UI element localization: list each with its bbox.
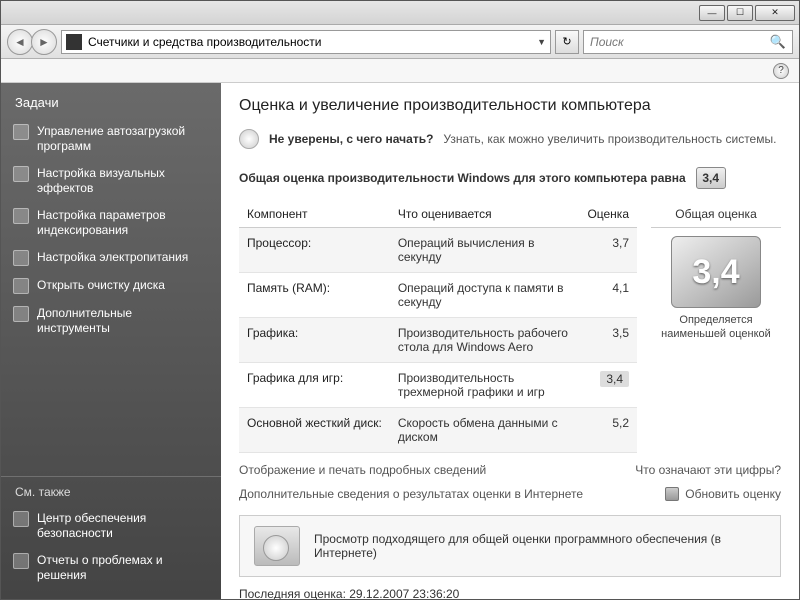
minimize-button[interactable]: —	[699, 5, 725, 21]
sidebar-item-startup[interactable]: Управление автозагрузкой программ	[1, 118, 221, 160]
body: Задачи Управление автозагрузкой программ…	[1, 83, 799, 599]
cell-score: 3,7	[579, 228, 637, 273]
refresh-label: Обновить оценку	[685, 487, 781, 501]
table-row: Память (RAM):Операций доступа к памяти в…	[239, 273, 637, 318]
address-text: Счетчики и средства производительности	[88, 35, 321, 49]
table-row: Графика:Производительность рабочего стол…	[239, 318, 637, 363]
software-text: Просмотр подходящего для общей оценки пр…	[314, 532, 766, 560]
report-icon	[13, 553, 29, 569]
score-table: Компонент Что оценивается Оценка Процесс…	[239, 201, 637, 453]
titlebar: — ☐ ✕	[1, 1, 799, 25]
hint-row: Не уверены, с чего начать? Узнать, как м…	[239, 129, 781, 149]
cell-desc: Операций вычисления в секунду	[390, 228, 580, 273]
power-icon	[13, 250, 29, 266]
address-dropdown-icon[interactable]: ▼	[537, 37, 546, 47]
cell-score: 5,2	[579, 408, 637, 453]
overall-score-chip: 3,4	[696, 167, 726, 189]
links-row-1: Отображение и печать подробных сведений …	[239, 463, 781, 477]
sidebar-item-label: Управление автозагрузкой программ	[37, 124, 207, 154]
cell-score: 3,4	[579, 363, 637, 408]
cell-desc: Производительность трехмерной графики и …	[390, 363, 580, 408]
forward-button[interactable]: ►	[31, 29, 57, 55]
sidebar-item-label: Настройка электропитания	[37, 250, 188, 265]
sidebar-item-label: Центр обеспечения безопасности	[37, 511, 207, 541]
base-score-badge: 3,4	[671, 236, 761, 308]
col-rated: Что оценивается	[390, 201, 580, 228]
base-score-column: Общая оценка 3,4 Определяется наименьшей…	[651, 201, 781, 453]
overall-line: Общая оценка производительности Windows …	[239, 167, 781, 189]
shield-icon	[13, 511, 29, 527]
sidebar-item-security[interactable]: Центр обеспечения безопасности	[1, 505, 221, 547]
disk-icon	[13, 278, 29, 294]
tools-icon	[13, 306, 29, 322]
cell-component: Процессор:	[239, 228, 390, 273]
sidebar-item-power[interactable]: Настройка электропитания	[1, 244, 221, 272]
sidebar-item-label: Открыть очистку диска	[37, 278, 165, 293]
col-base: Общая оценка	[651, 201, 781, 228]
bulb-icon	[239, 129, 259, 149]
cell-score: 3,5	[579, 318, 637, 363]
hint-question: Не уверены, с чего начать?	[269, 132, 433, 146]
sidebar-item-label: Дополнительные инструменты	[37, 306, 207, 336]
col-component: Компонент	[239, 201, 390, 228]
sidebar-item-indexing[interactable]: Настройка параметров индексирования	[1, 202, 221, 244]
learn-more-link[interactable]: Дополнительные сведения о результатах оц…	[239, 487, 583, 501]
navbar: ◄ ► Счетчики и средства производительнос…	[1, 25, 799, 59]
display-icon	[13, 166, 29, 182]
gear-icon	[13, 124, 29, 140]
nav-arrows: ◄ ►	[7, 29, 57, 55]
table-row: Процессор:Операций вычисления в секунду3…	[239, 228, 637, 273]
links-row-2: Дополнительные сведения о результатах оц…	[239, 487, 781, 501]
help-row: ?	[1, 59, 799, 83]
sidebar-item-label: Отчеты о проблемах и решения	[37, 553, 207, 583]
main-panel: Оценка и увеличение производительности к…	[221, 83, 799, 599]
table-row: Графика для игр:Производительность трехм…	[239, 363, 637, 408]
software-box[interactable]: Просмотр подходящего для общей оценки пр…	[239, 515, 781, 577]
cell-desc: Скорость обмена данными с диском	[390, 408, 580, 453]
search-box[interactable]: Поиск 🔍	[583, 30, 793, 54]
help-icon[interactable]: ?	[773, 63, 789, 79]
cell-component: Основной жесткий диск:	[239, 408, 390, 453]
hint-link[interactable]: Узнать, как можно увеличить производител…	[443, 132, 776, 146]
index-icon	[13, 208, 29, 224]
what-link[interactable]: Что означают эти цифры?	[635, 463, 781, 477]
cell-score: 4,1	[579, 273, 637, 318]
window: — ☐ ✕ ◄ ► Счетчики и средства производит…	[0, 0, 800, 600]
base-score-caption: Определяется наименьшей оценкой	[651, 314, 781, 342]
detail-link[interactable]: Отображение и печать подробных сведений	[239, 463, 486, 477]
maximize-button[interactable]: ☐	[727, 5, 753, 21]
col-score: Оценка	[579, 201, 637, 228]
back-button[interactable]: ◄	[7, 29, 33, 55]
sidebar-item-visual[interactable]: Настройка визуальных эффектов	[1, 160, 221, 202]
sidebar-seealso: См. также Центр обеспечения безопасности…	[1, 476, 221, 589]
last-assessment: Последняя оценка: 29.12.2007 23:36:20	[239, 587, 781, 599]
cell-desc: Производительность рабочего стола для Wi…	[390, 318, 580, 363]
cell-desc: Операций доступа к памяти в секунду	[390, 273, 580, 318]
sidebar-item-label: Настройка визуальных эффектов	[37, 166, 207, 196]
search-placeholder: Поиск	[590, 35, 624, 49]
refresh-score-link[interactable]: Обновить оценку	[665, 487, 781, 501]
page-title: Оценка и увеличение производительности к…	[239, 97, 781, 115]
sidebar-item-tools[interactable]: Дополнительные инструменты	[1, 300, 221, 342]
overall-label: Общая оценка производительности Windows …	[239, 171, 686, 185]
score-table-wrap: Компонент Что оценивается Оценка Процесс…	[239, 201, 781, 453]
cell-component: Графика для игр:	[239, 363, 390, 408]
search-icon: 🔍	[770, 34, 786, 50]
sidebar-item-reports[interactable]: Отчеты о проблемах и решения	[1, 547, 221, 589]
shield-icon	[665, 487, 679, 501]
software-icon	[254, 526, 300, 566]
sidebar-tasks-header: Задачи	[1, 95, 221, 118]
cell-component: Графика:	[239, 318, 390, 363]
sidebar-item-label: Настройка параметров индексирования	[37, 208, 207, 238]
cell-component: Память (RAM):	[239, 273, 390, 318]
close-button[interactable]: ✕	[755, 5, 795, 21]
refresh-button[interactable]: ↻	[555, 30, 579, 54]
table-row: Основной жесткий диск:Скорость обмена да…	[239, 408, 637, 453]
address-bar[interactable]: Счетчики и средства производительности ▼	[61, 30, 551, 54]
app-icon	[66, 34, 82, 50]
sidebar-seealso-header: См. также	[1, 485, 221, 505]
sidebar-item-cleanup[interactable]: Открыть очистку диска	[1, 272, 221, 300]
sidebar: Задачи Управление автозагрузкой программ…	[1, 83, 221, 599]
